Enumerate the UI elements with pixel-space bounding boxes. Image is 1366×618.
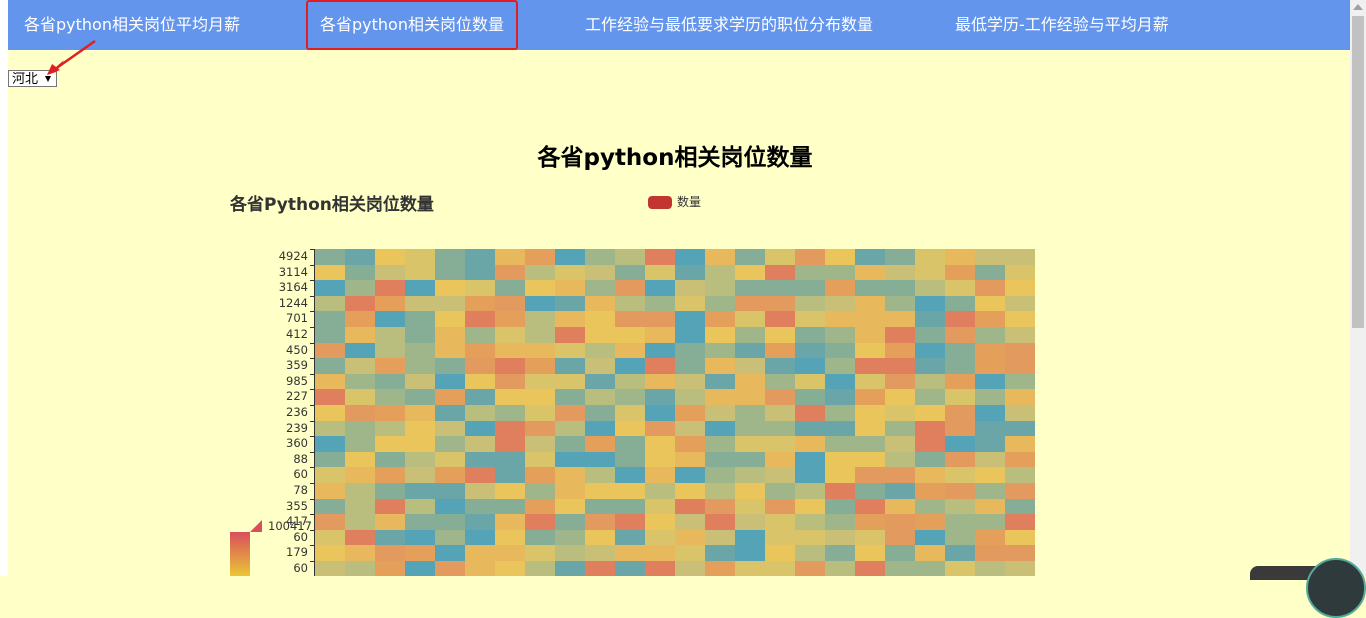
annotation-arrow-icon (47, 39, 96, 75)
floating-widget-circle-icon[interactable] (1306, 558, 1366, 618)
